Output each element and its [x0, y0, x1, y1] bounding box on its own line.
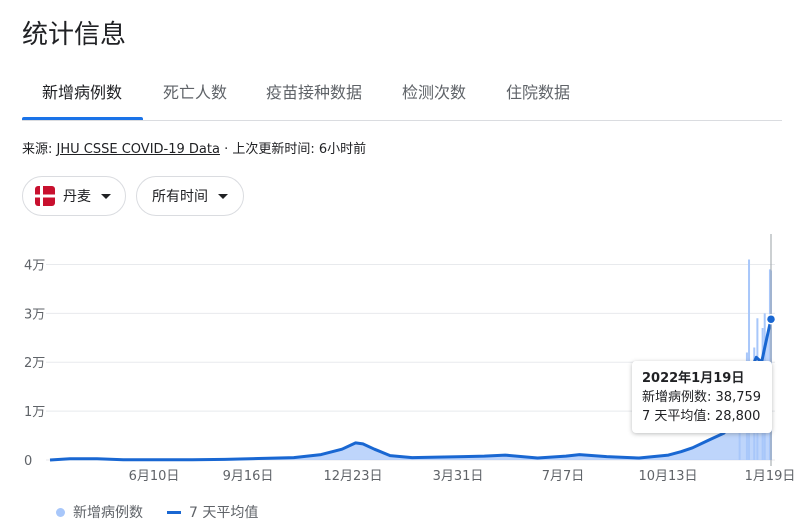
region-select[interactable]: 丹麦 [22, 176, 126, 216]
tooltip-average-label: 7 天平均值: [642, 409, 711, 424]
y-tick-label: 0 [24, 454, 32, 469]
source-link[interactable]: JHU CSSE COVID-19 Data [57, 142, 220, 157]
last-updated: 上次更新时间: 6小时前 [232, 142, 367, 157]
tooltip-average: 7 天平均值: 28,800 [642, 407, 762, 426]
legend-daily-swatch [56, 507, 65, 517]
page-title: 统计信息 [22, 20, 127, 50]
x-tick-label: 3月31日 [433, 469, 484, 484]
x-tick-label: 12月23日 [323, 469, 382, 484]
tooltip-date: 2022年1月19日 [642, 371, 745, 386]
chart-legend: 新增病例数 7 天平均值 [56, 502, 258, 522]
tab-vaccinations[interactable]: 疫苗接种数据 [266, 72, 362, 118]
time-range-label: 所有时间 [152, 189, 208, 205]
tab-new-cases[interactable]: 新增病例数 [42, 72, 122, 118]
y-tick-label: 4万 [24, 258, 45, 273]
cases-chart[interactable]: 0 1万 2万 3万 4万 6月10日 9月16日 12月23日 3月31日 7月7日 10月13… [0, 228, 800, 488]
source-prefix: 来源: [22, 142, 53, 157]
legend-daily-label: 新增病例数 [73, 505, 143, 521]
tooltip-average-value: 28,800 [714, 409, 761, 424]
tab-tests[interactable]: 检测次数 [402, 72, 466, 118]
legend-average-swatch [167, 510, 181, 514]
region-label: 丹麦 [63, 189, 91, 205]
highlight-point [765, 313, 777, 325]
x-tick-label: 10月13日 [638, 469, 697, 484]
denmark-flag-icon [35, 186, 55, 206]
source-line: 来源: JHU CSSE COVID-19 Data · 上次更新时间: 6小时… [22, 138, 366, 157]
tooltip-new-cases-label: 新增病例数: [642, 390, 712, 405]
chevron-down-icon [218, 193, 228, 199]
x-tick-label: 6月10日 [129, 469, 180, 484]
y-tick-label: 1万 [24, 405, 45, 420]
tooltip-new-cases-value: 38,759 [715, 390, 762, 405]
x-tick-label: 1月19日 [745, 469, 796, 484]
time-range-select[interactable]: 所有时间 [136, 176, 244, 216]
chart-tooltip: 2022年1月19日 新增病例数: 38,759 7 天平均值: 28,800 [632, 361, 772, 433]
tab-hospitalizations[interactable]: 住院数据 [506, 72, 570, 118]
chevron-down-icon [101, 193, 111, 199]
source-separator: · [224, 142, 229, 157]
active-tab-indicator [22, 117, 143, 120]
y-tick-label: 3万 [24, 307, 45, 322]
y-tick-label: 2万 [24, 356, 45, 371]
x-tick-label: 7月7日 [542, 469, 585, 484]
tooltip-new-cases: 新增病例数: 38,759 [642, 388, 762, 407]
tab-deaths[interactable]: 死亡人数 [163, 72, 227, 118]
x-tick-label: 9月16日 [223, 469, 274, 484]
stat-tabs: 新增病例数 死亡人数 疫苗接种数据 检测次数 住院数据 [22, 72, 782, 121]
legend-average-label: 7 天平均值 [189, 505, 259, 521]
